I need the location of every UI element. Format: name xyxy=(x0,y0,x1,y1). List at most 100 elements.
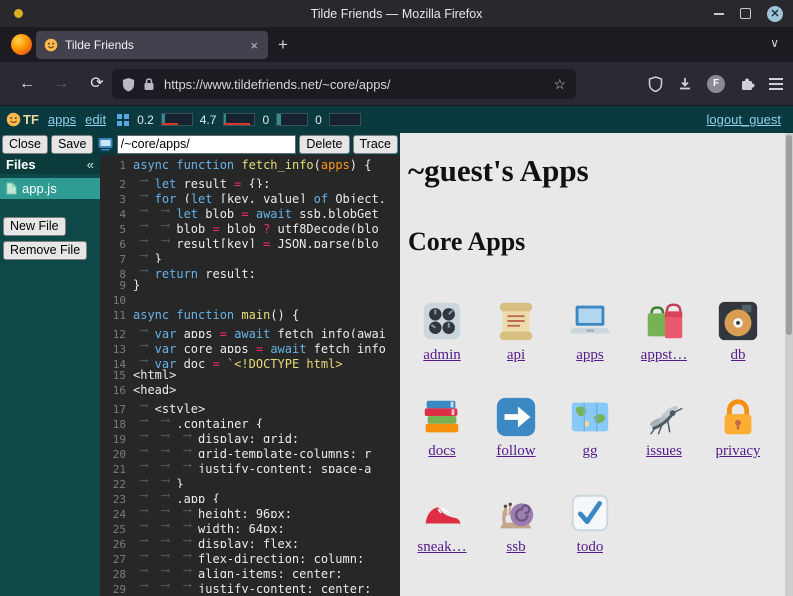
app-icon-button[interactable] xyxy=(96,136,113,153)
code-line[interactable]: 4⟶⟶let blob = await ssb.blobGet xyxy=(100,203,400,218)
code-line[interactable]: 24⟶⟶⟶height: 96px; xyxy=(100,503,400,518)
code-line[interactable]: 15<html> xyxy=(100,368,400,383)
back-button[interactable]: ← xyxy=(14,72,40,96)
file-icon xyxy=(6,182,17,195)
code-line[interactable]: 16<head> xyxy=(100,383,400,398)
tracking-shield-icon[interactable] xyxy=(122,77,135,92)
code-line[interactable]: 20⟶⟶⟶grid-template-columns: r xyxy=(100,443,400,458)
maximize-icon[interactable] xyxy=(740,8,751,19)
apps-link[interactable]: apps xyxy=(48,112,76,127)
new-tab-button[interactable]: + xyxy=(278,35,288,55)
section-title: Core Apps xyxy=(408,227,785,257)
tf-smiley-icon xyxy=(6,112,21,127)
code-line[interactable]: 27⟶⟶⟶flex-direction: column; xyxy=(100,548,400,563)
code-line[interactable]: 14⟶var doc = `<!DOCTYPE html> xyxy=(100,353,400,368)
minimize-icon[interactable] xyxy=(714,13,724,15)
close-button[interactable]: Close xyxy=(2,135,48,154)
code-line[interactable]: 19⟶⟶⟶display: grid; xyxy=(100,428,400,443)
url-bar[interactable]: https://www.tildefriends.net/~core/apps/… xyxy=(112,69,576,99)
tab-close-icon[interactable]: × xyxy=(248,38,260,53)
code-line[interactable]: 2⟶let result = {}; xyxy=(100,173,400,188)
logout-link[interactable]: logout_guest xyxy=(707,112,781,127)
app-tile-todo[interactable]: todo xyxy=(556,475,624,571)
app-tile-ssb[interactable]: ssb xyxy=(482,475,550,571)
code-line[interactable]: 7⟶} xyxy=(100,248,400,263)
collapse-sidebar-icon[interactable]: « xyxy=(87,157,94,172)
app-tile-apps[interactable]: apps xyxy=(556,283,624,379)
code-line[interactable]: 17⟶<style> xyxy=(100,398,400,413)
trace-button[interactable]: Trace xyxy=(353,135,399,154)
app-tile-api[interactable]: api xyxy=(482,283,550,379)
code-line[interactable]: 13⟶var core_apps = await fetch_info xyxy=(100,338,400,353)
grid-icon[interactable] xyxy=(117,114,129,126)
account-button[interactable]: F xyxy=(707,75,725,93)
lock-icon[interactable] xyxy=(143,77,155,91)
code-editor[interactable]: 1async function fetch_info(apps) {2⟶let … xyxy=(100,155,400,596)
reload-button[interactable]: ⟳ xyxy=(84,72,110,96)
tf-top-bar: TF apps edit 0.2 4.7 0 0 logout_guest xyxy=(0,106,793,133)
app-tile-db[interactable]: db xyxy=(704,283,772,379)
app-tile-sneakernet[interactable]: sneak… xyxy=(408,475,476,571)
delete-button[interactable]: Delete xyxy=(299,135,349,154)
code-line[interactable]: 22⟶⟶} xyxy=(100,473,400,488)
page-title: ~guest's Apps xyxy=(408,153,785,189)
code-line[interactable]: 9} xyxy=(100,278,400,293)
url-text[interactable]: https://www.tildefriends.net/~core/apps/ xyxy=(164,77,553,92)
app-tile-docs[interactable]: docs xyxy=(408,379,476,475)
app-tile-follow[interactable]: follow xyxy=(482,379,550,475)
code-line[interactable]: 8⟶return result; xyxy=(100,263,400,278)
code-line[interactable]: 10 xyxy=(100,293,400,308)
code-line[interactable]: 3⟶for (let [key, value] of Object. xyxy=(100,188,400,203)
code-line[interactable]: 29⟶⟶⟶justify-content: center; xyxy=(100,578,400,593)
extensions-puzzle-icon[interactable] xyxy=(739,76,755,92)
scrollbar-track[interactable] xyxy=(785,133,793,596)
tab-tilde-friends[interactable]: Tilde Friends × xyxy=(36,31,268,59)
path-input[interactable] xyxy=(117,135,297,154)
file-item-appjs[interactable]: app.js xyxy=(0,178,100,199)
code-line[interactable]: 21⟶⟶⟶justify-content: space-a xyxy=(100,458,400,473)
list-tabs-chevron-icon[interactable]: ∨ xyxy=(770,36,779,50)
scrollbar-thumb[interactable] xyxy=(786,135,792,335)
app-tile-admin[interactable]: admin xyxy=(408,283,476,379)
scroll-icon xyxy=(493,298,539,344)
code-line[interactable]: 23⟶⟶.app { xyxy=(100,488,400,503)
code-line[interactable]: 12⟶var apps = await fetch_info(awai xyxy=(100,323,400,338)
app-label: apps xyxy=(576,347,604,364)
forward-button[interactable]: → xyxy=(48,72,74,96)
tf-home-link[interactable]: TF xyxy=(23,112,39,127)
code-line[interactable]: 28⟶⟶⟶align-items: center; xyxy=(100,563,400,578)
gauge-value: 0.2 xyxy=(137,113,154,127)
app-label: api xyxy=(507,347,525,364)
gauge-value: 0 xyxy=(262,113,269,127)
remove-file-button[interactable]: Remove File xyxy=(3,241,87,260)
tab-title: Tilde Friends xyxy=(65,38,248,52)
downloads-icon[interactable] xyxy=(677,76,693,92)
code-line[interactable]: 1async function fetch_info(apps) { xyxy=(100,158,400,173)
code-line[interactable]: 26⟶⟶⟶display: flex; xyxy=(100,533,400,548)
window-title: Tilde Friends — Mozilla Firefox xyxy=(311,7,483,21)
laptop-mini-icon xyxy=(97,136,114,152)
map-icon xyxy=(567,394,613,440)
code-line[interactable]: 6⟶⟶result[key] = JSON.parse(blo xyxy=(100,233,400,248)
code-line[interactable]: 5⟶⟶blob = blob ? utf8Decode(blo xyxy=(100,218,400,233)
permissions-shield-icon[interactable] xyxy=(648,76,663,92)
knobs-icon xyxy=(419,298,465,344)
new-file-button[interactable]: New File xyxy=(3,217,66,236)
window-titlebar: Tilde Friends — Mozilla Firefox ✕ xyxy=(0,0,793,27)
app-tile-gg[interactable]: gg xyxy=(556,379,624,475)
close-window-icon[interactable]: ✕ xyxy=(767,6,783,22)
app-tile-issues[interactable]: issues xyxy=(630,379,698,475)
edit-link[interactable]: edit xyxy=(85,112,106,127)
code-line[interactable]: 25⟶⟶⟶width: 64px; xyxy=(100,518,400,533)
app-label: ssb xyxy=(506,539,525,556)
code-line[interactable]: 11async function main() { xyxy=(100,308,400,323)
bookmark-star-icon[interactable]: ☆ xyxy=(553,76,566,93)
app-tile-privacy[interactable]: privacy xyxy=(704,379,772,475)
apps-panel: ~guest's Apps Core Apps admin xyxy=(400,133,785,596)
app-tile-appstore[interactable]: appst… xyxy=(630,283,698,379)
menu-icon[interactable] xyxy=(769,75,783,93)
gauge-meter xyxy=(161,113,193,126)
code-line[interactable]: 18⟶⟶.container { xyxy=(100,413,400,428)
app-label: todo xyxy=(577,539,604,556)
save-button[interactable]: Save xyxy=(51,135,94,154)
